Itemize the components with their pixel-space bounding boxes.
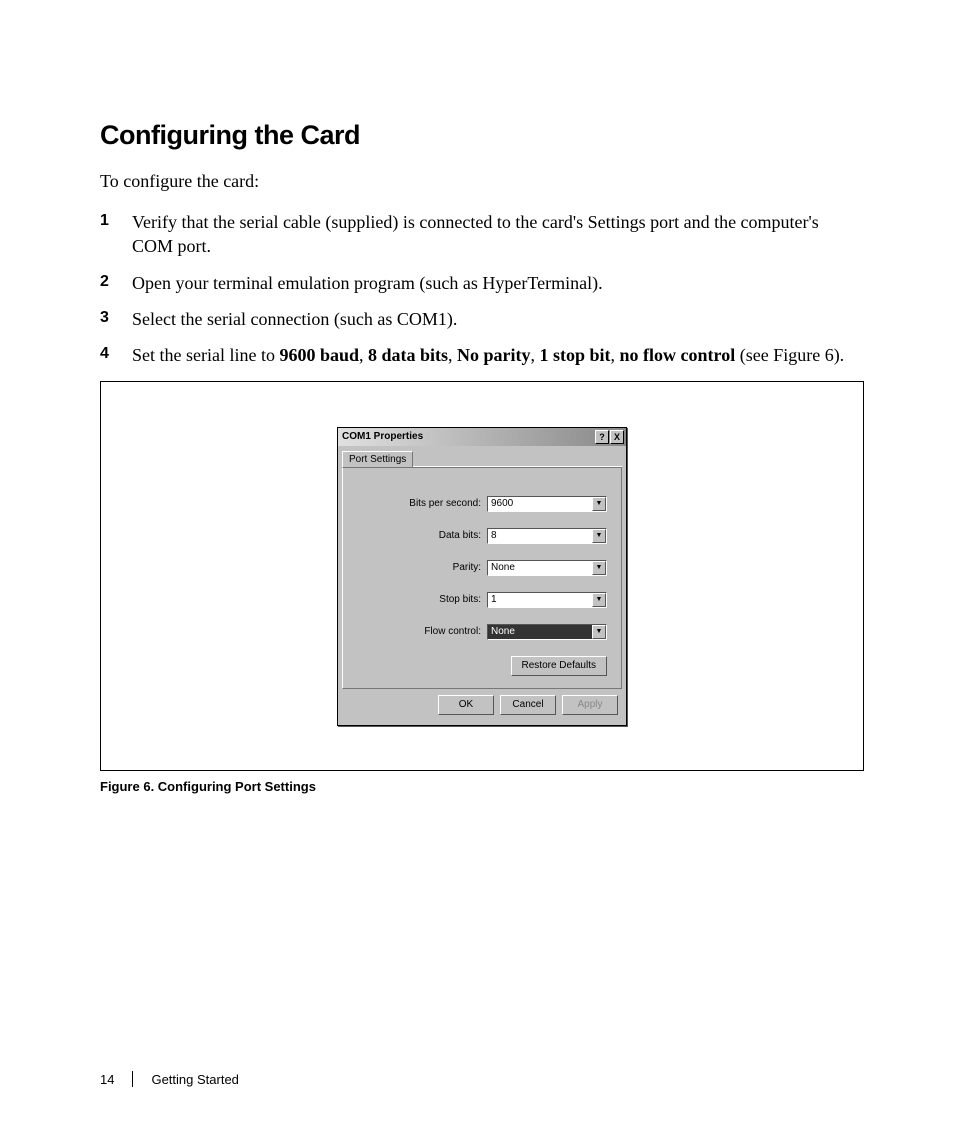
chevron-down-icon: ▼: [592, 593, 606, 607]
data-bits-value: 8: [491, 530, 497, 541]
step-item: 1 Verify that the serial cable (supplied…: [100, 210, 864, 259]
figure-caption: Figure 6. Configuring Port Settings: [100, 779, 864, 794]
page-number: 14: [100, 1072, 114, 1087]
stop-bits-value: 1: [491, 594, 497, 605]
dialog-titlebar: COM1 Properties ? X: [338, 428, 626, 446]
step4-bold: no flow control: [620, 345, 736, 365]
cancel-button[interactable]: Cancel: [500, 695, 556, 715]
step-number: 3: [100, 307, 132, 329]
close-icon[interactable]: X: [610, 430, 624, 444]
section-heading: Configuring the Card: [100, 120, 864, 151]
restore-defaults-button[interactable]: Restore Defaults: [511, 656, 607, 676]
step-text: Open your terminal emulation program (su…: [132, 271, 864, 295]
steps-list: 1 Verify that the serial cable (supplied…: [100, 210, 864, 367]
step4-suffix: (see Figure 6).: [735, 345, 844, 365]
bits-per-second-label: Bits per second:: [409, 498, 481, 509]
step-item: 3 Select the serial connection (such as …: [100, 307, 864, 331]
parity-value: None: [491, 562, 515, 573]
chevron-down-icon: ▼: [592, 497, 606, 511]
stop-bits-select[interactable]: 1 ▼: [487, 592, 607, 608]
step-number: 2: [100, 271, 132, 293]
step4-bold: No parity: [457, 345, 531, 365]
chevron-down-icon: ▼: [592, 625, 606, 639]
parity-label: Parity:: [453, 562, 481, 573]
step4-bold: 1 stop bit: [540, 345, 611, 365]
chevron-down-icon: ▼: [592, 529, 606, 543]
port-settings-panel: Bits per second: 9600 ▼ Data bits: 8 ▼: [342, 467, 622, 689]
flow-control-select[interactable]: None ▼: [487, 624, 607, 640]
step-text: Select the serial connection (such as CO…: [132, 307, 864, 331]
tab-port-settings[interactable]: Port Settings: [342, 451, 413, 467]
flow-control-value: None: [491, 626, 515, 637]
section-name: Getting Started: [151, 1072, 238, 1087]
com1-properties-dialog: COM1 Properties ? X Port Settings Bits p…: [337, 427, 627, 726]
dialog-title: COM1 Properties: [342, 431, 423, 442]
intro-text: To configure the card:: [100, 171, 864, 192]
step-text: Verify that the serial cable (supplied) …: [132, 210, 864, 259]
data-bits-label: Data bits:: [439, 530, 481, 541]
chevron-down-icon: ▼: [592, 561, 606, 575]
data-bits-select[interactable]: 8 ▼: [487, 528, 607, 544]
page-footer: 14 Getting Started: [100, 1071, 239, 1087]
footer-divider: [132, 1071, 133, 1087]
help-icon[interactable]: ?: [595, 430, 609, 444]
figure-container: COM1 Properties ? X Port Settings Bits p…: [100, 381, 864, 771]
parity-select[interactable]: None ▼: [487, 560, 607, 576]
step4-prefix: Set the serial line to: [132, 345, 279, 365]
bits-per-second-select[interactable]: 9600 ▼: [487, 496, 607, 512]
bits-per-second-value: 9600: [491, 498, 513, 509]
apply-button[interactable]: Apply: [562, 695, 618, 715]
ok-button[interactable]: OK: [438, 695, 494, 715]
step4-bold: 8 data bits: [368, 345, 448, 365]
step-number: 1: [100, 210, 132, 232]
step-item: 4 Set the serial line to 9600 baud, 8 da…: [100, 343, 864, 367]
stop-bits-label: Stop bits:: [439, 594, 481, 605]
flow-control-label: Flow control:: [424, 626, 481, 637]
step-text: Set the serial line to 9600 baud, 8 data…: [132, 343, 864, 367]
step-number: 4: [100, 343, 132, 365]
step-item: 2 Open your terminal emulation program (…: [100, 271, 864, 295]
step4-bold: 9600 baud: [279, 345, 359, 365]
